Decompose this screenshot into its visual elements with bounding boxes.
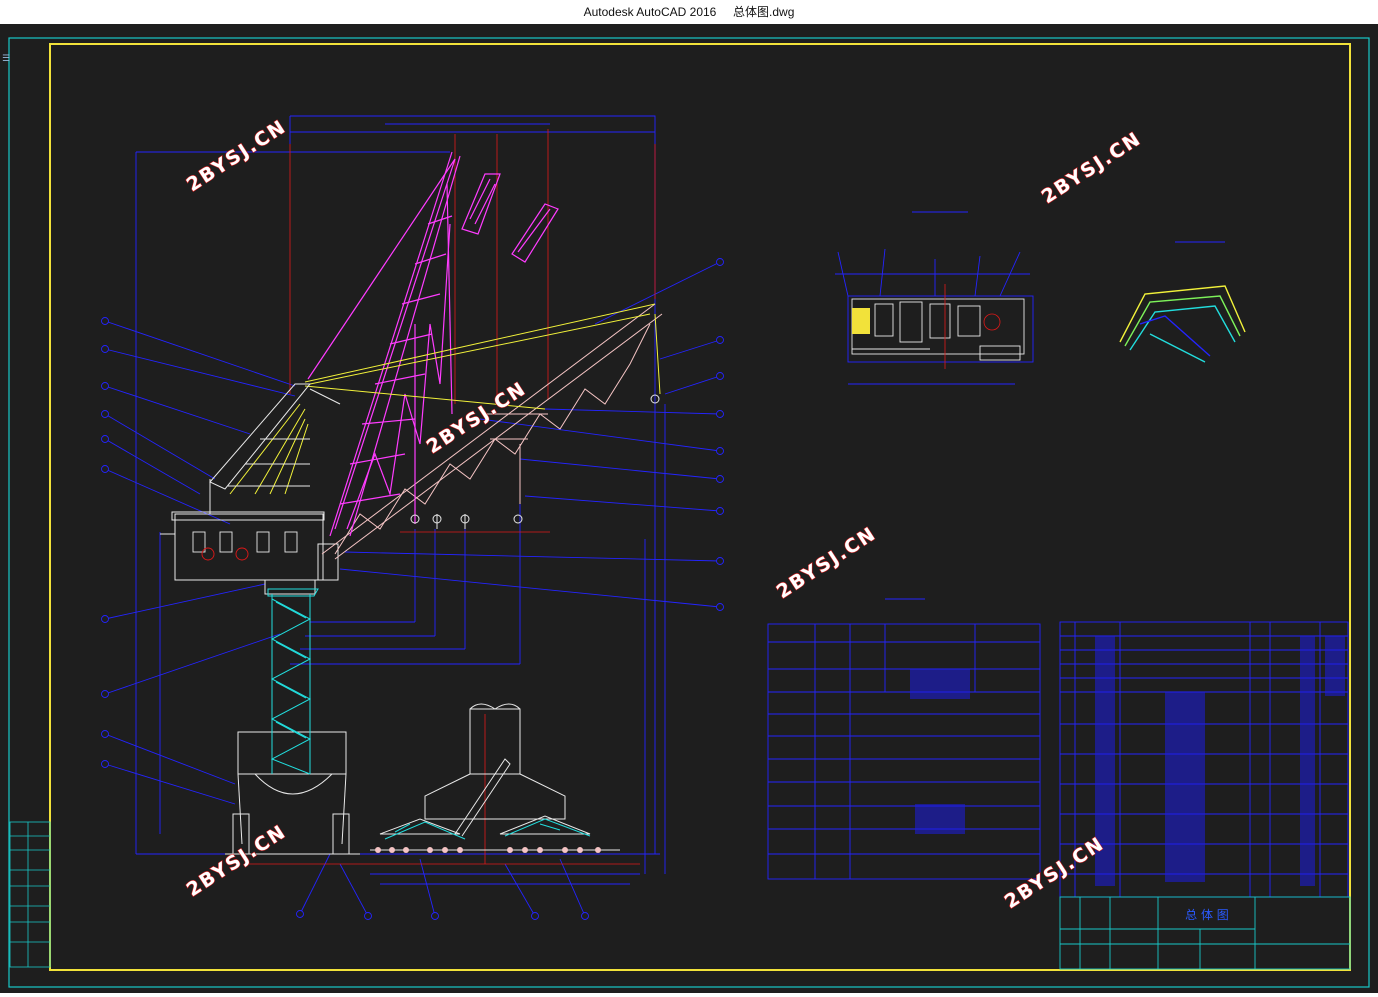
cables — [209, 303, 661, 495]
left-stamp-table — [9, 821, 51, 968]
app-name: Autodesk AutoCAD 2016 — [583, 5, 717, 19]
watermark-2: 2BYSJ.CN — [423, 378, 531, 459]
window-title-bar: Autodesk AutoCAD 2016 总体图.dwg — [0, 0, 1378, 24]
watermark-3: 2BYSJ.CN — [1038, 128, 1146, 209]
watermarks: 2BYSJ.CN 2BYSJ.CN 2BYSJ.CN 2BYSJ.CN 2BYS… — [182, 115, 1146, 914]
watermark-4: 2BYSJ.CN — [773, 523, 881, 604]
center-lines — [245, 129, 656, 865]
inner-border — [49, 43, 1351, 971]
viewport-menu-icon[interactable]: ☰ — [2, 54, 12, 64]
portal-base — [160, 511, 360, 855]
plan-highlight — [852, 308, 870, 334]
watermark-6: 2BYSJ.CN — [1001, 833, 1109, 914]
side-sketch — [1119, 241, 1246, 363]
watermark-5: 2BYSJ.CN — [183, 821, 291, 902]
column-ladder — [267, 588, 319, 775]
main-boom — [321, 303, 663, 560]
machine-house-drums — [201, 547, 249, 561]
spec-table-left — [767, 598, 1041, 880]
drawing-canvas[interactable]: ☰ 总 体 图 2BYSJ.CN 2BYSJ.CN 2BYSJ.CN 2BYSJ… — [0, 24, 1378, 993]
cad-drawing[interactable]: 总 体 图 2BYSJ.CN 2BYSJ.CN 2BYSJ.CN 2BYSJ.C… — [0, 24, 1378, 993]
plan-view-detail — [851, 298, 1025, 361]
pontoon-structure — [370, 703, 620, 851]
file-name: 总体图.dwg — [733, 5, 795, 19]
watermark-1: 2BYSJ.CN — [183, 116, 291, 197]
hooks — [410, 394, 660, 529]
title-block-name: 总 体 图 — [1185, 908, 1229, 922]
plan-view — [835, 211, 1034, 385]
plan-red — [944, 284, 1001, 369]
